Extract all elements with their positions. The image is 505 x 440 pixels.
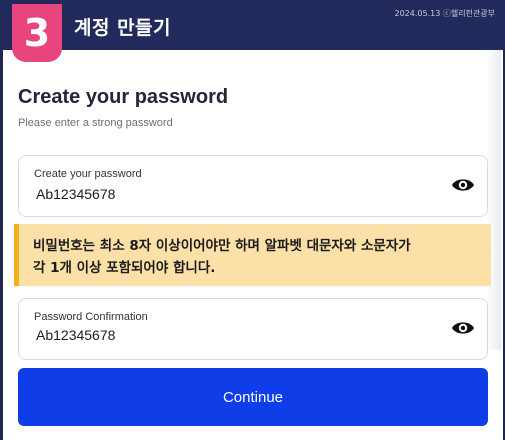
confirm-field-label: Password Confirmation bbox=[34, 311, 148, 323]
password-requirement-notice: 비밀번호는 최소 8자 이상이어야만 하며 알파벳 대문자와 소문자가 각 1개… bbox=[14, 224, 491, 286]
eye-icon[interactable] bbox=[451, 319, 475, 337]
password-field-label: Create your password bbox=[34, 168, 142, 180]
confirm-password-input[interactable] bbox=[36, 325, 416, 345]
password-input[interactable] bbox=[36, 184, 416, 204]
scroll-shade bbox=[487, 50, 501, 350]
continue-button[interactable]: Continue bbox=[18, 368, 488, 426]
eye-icon[interactable] bbox=[451, 176, 475, 194]
banner-title: 계정 만들기 bbox=[74, 17, 172, 39]
banner-meta: 2024.05.13 ⓒ헬리펀관광부 bbox=[394, 9, 495, 18]
confirm-password-field[interactable]: Password Confirmation bbox=[18, 298, 488, 360]
page-subtitle: Please enter a strong password bbox=[18, 117, 173, 129]
notice-line-2: 각 1개 이상 포함되어야 합니다. bbox=[33, 260, 216, 276]
notice-line-1: 비밀번호는 최소 8자 이상이어야만 하며 알파벳 대문자와 소문자가 bbox=[33, 238, 411, 254]
password-field[interactable]: Create your password bbox=[18, 155, 488, 217]
top-banner: 계정 만들기 2024.05.13 ⓒ헬리펀관광부 bbox=[0, 0, 505, 50]
page-title: Create your password bbox=[18, 86, 229, 108]
